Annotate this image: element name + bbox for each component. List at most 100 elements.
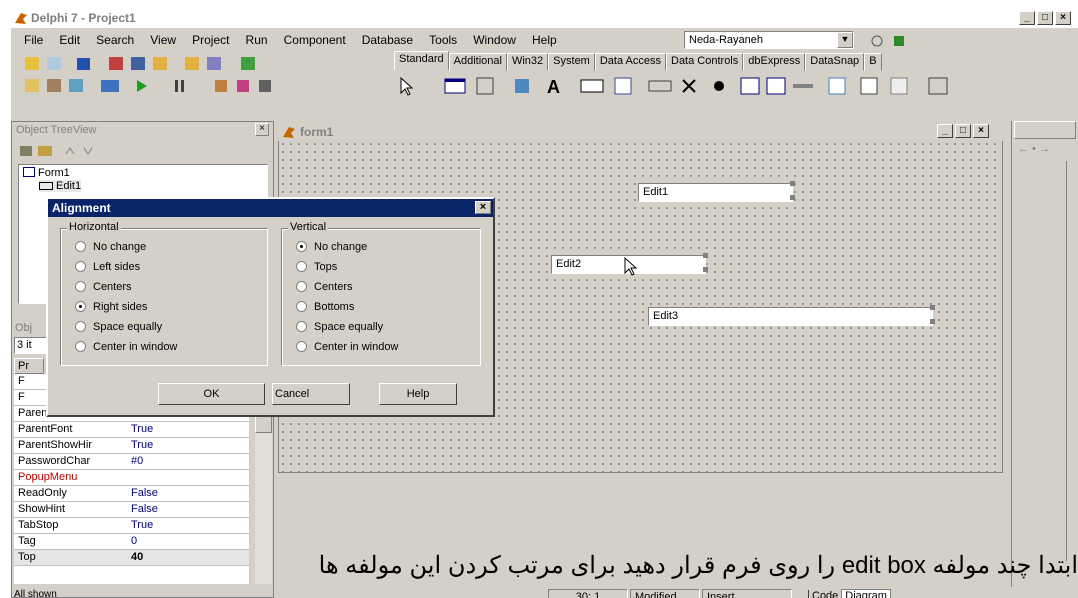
code-editor-panel: ← • → <box>1011 121 1078 587</box>
radio-h-space-equally[interactable]: Space equally <box>75 321 162 333</box>
menu-run[interactable]: Run <box>246 33 268 47</box>
inspector-footer: All shown <box>14 589 57 598</box>
desktop-combo-value: Neda-Rayaneh <box>689 34 763 46</box>
horizontal-group-label: Horizontal <box>67 221 121 233</box>
radio-icon <box>75 241 86 252</box>
menu-project[interactable]: Project <box>192 33 229 47</box>
menubar: File Edit Search View Project Run Compon… <box>11 29 1078 51</box>
status-insert: Insert <box>702 589 792 598</box>
minimize-button[interactable]: _ <box>1019 11 1035 25</box>
mouse-cursor-icon <box>624 257 638 276</box>
radio-icon <box>75 261 86 272</box>
inspector-row[interactable]: ShowHint False <box>14 502 249 518</box>
ok-button[interactable]: OK <box>158 383 265 405</box>
menu-tools[interactable]: Tools <box>429 33 457 47</box>
chevron-down-icon[interactable]: ▼ <box>837 32 853 48</box>
selection-handle[interactable] <box>703 267 708 272</box>
form1-titlebar: form1 <box>278 123 1003 141</box>
palette-tab-b[interactable]: B <box>864 53 882 71</box>
radio-icon <box>75 341 86 352</box>
svg-text:A: A <box>547 77 560 97</box>
menu-view[interactable]: View <box>150 33 176 47</box>
alignment-dialog: Alignment × Horizontal No change Left si… <box>46 197 495 417</box>
palette-tab-dbexpress[interactable]: dbExpress <box>743 53 806 71</box>
nav-arrows-icon[interactable]: ← • → <box>1018 143 1050 155</box>
form-icon <box>23 167 35 177</box>
radio-h-left-sides[interactable]: Left sides <box>75 261 140 273</box>
inspector-row[interactable]: PopupMenu <box>14 470 249 486</box>
radio-v-tops[interactable]: Tops <box>296 261 337 273</box>
inspector-row[interactable]: TabStop True <box>14 518 249 534</box>
edit1-control[interactable]: Edit1 <box>638 183 793 202</box>
radio-v-space-equally[interactable]: Space equally <box>296 321 383 333</box>
help-button[interactable]: Help <box>379 383 457 405</box>
palette-tab-datasnap[interactable]: DataSnap <box>805 53 865 71</box>
radio-v-no-change[interactable]: No change <box>296 241 367 253</box>
palette-tab-additional[interactable]: Additional <box>448 53 507 71</box>
standard-toolbar-icon[interactable] <box>19 55 379 73</box>
menu-window[interactable]: Window <box>473 33 516 47</box>
tab-diagram[interactable]: Diagram <box>841 589 891 598</box>
palette-tab-system[interactable]: System <box>548 53 595 71</box>
radio-h-center-in-window[interactable]: Center in window <box>75 341 177 353</box>
menu-component[interactable]: Component <box>284 33 346 47</box>
radio-h-no-change[interactable]: No change <box>75 241 146 253</box>
desktop-combo[interactable]: Neda-Rayaneh ▼ <box>684 31 854 49</box>
tab-code[interactable]: Code <box>808 590 842 598</box>
ide-titlebar: Delphi 7 - Project1 <box>11 9 1078 28</box>
inspector-row[interactable]: PasswordChar #0 <box>14 454 249 470</box>
vertical-group-label: Vertical <box>288 221 329 233</box>
radio-selected-icon <box>75 301 86 312</box>
selection-handle[interactable] <box>790 195 795 200</box>
menu-edit[interactable]: Edit <box>59 33 80 47</box>
code-scrollbar[interactable] <box>1066 161 1078 561</box>
radio-icon <box>296 261 307 272</box>
maximize-button[interactable]: □ <box>1037 11 1053 25</box>
inspector-row[interactable]: ReadOnly False <box>14 486 249 502</box>
palette-tabs: Standard Additional Win32 System Data Access… <box>394 51 882 71</box>
treeview-toolbar-icon[interactable] <box>18 142 98 160</box>
selection-handle[interactable] <box>790 181 795 186</box>
edit3-control[interactable]: Edit3 <box>648 307 933 326</box>
radio-h-centers[interactable]: Centers <box>75 281 132 293</box>
tree-item-edit1[interactable]: Edit1 <box>39 180 82 192</box>
desktop-tools-icon[interactable] <box>869 33 909 49</box>
selection-handle[interactable] <box>930 319 935 324</box>
inspector-row[interactable]: ParentFont True <box>14 422 249 438</box>
menu-database[interactable]: Database <box>362 33 413 47</box>
statusbar: 30: 1 Modified Insert Code Diagram <box>278 587 1078 598</box>
radio-v-centers[interactable]: Centers <box>296 281 353 293</box>
object-treeview-title: Object TreeView <box>12 122 273 138</box>
palette-tab-data-access[interactable]: Data Access <box>594 53 666 71</box>
radio-v-bottoms[interactable]: Bottoms <box>296 301 354 313</box>
debug-toolbar-icon[interactable] <box>19 77 379 95</box>
form-close-button[interactable]: × <box>973 124 989 138</box>
selection-handle[interactable] <box>930 305 935 310</box>
tree-item-form1[interactable]: Form1 <box>23 167 70 179</box>
radio-v-center-in-window[interactable]: Center in window <box>296 341 398 353</box>
palette-tab-standard[interactable]: Standard <box>394 51 449 70</box>
radio-icon <box>296 281 307 292</box>
form1-title: form1 <box>300 125 334 139</box>
dialog-close-button[interactable]: × <box>475 201 491 214</box>
component-palette-icon[interactable]: A <box>389 73 1074 99</box>
form-minimize-button[interactable]: _ <box>937 124 953 138</box>
palette-tab-win32[interactable]: Win32 <box>506 53 549 71</box>
menu-help[interactable]: Help <box>532 33 557 47</box>
close-button[interactable]: × <box>1055 11 1071 25</box>
palette-tab-data-controls[interactable]: Data Controls <box>666 53 744 71</box>
inspector-row[interactable]: ParentShowHir True <box>14 438 249 454</box>
treeview-close-button[interactable]: × <box>255 123 269 136</box>
radio-icon <box>296 341 307 352</box>
menu-search[interactable]: Search <box>96 33 134 47</box>
selection-handle[interactable] <box>703 253 708 258</box>
radio-h-right-sides[interactable]: Right sides <box>75 301 147 313</box>
inspector-tab-properties[interactable]: Pr <box>14 358 44 374</box>
ide-window: Delphi 7 - Project1 _ □ × File Edit Sear… <box>11 9 1078 598</box>
horizontal-group: Horizontal No change Left sides Centers … <box>60 221 268 366</box>
form-maximize-button[interactable]: □ <box>955 124 971 138</box>
code-window-buttons[interactable] <box>1014 121 1076 139</box>
cancel-button[interactable]: Cancel <box>272 383 350 405</box>
menu-file[interactable]: File <box>24 33 43 47</box>
edit-icon <box>39 182 53 190</box>
